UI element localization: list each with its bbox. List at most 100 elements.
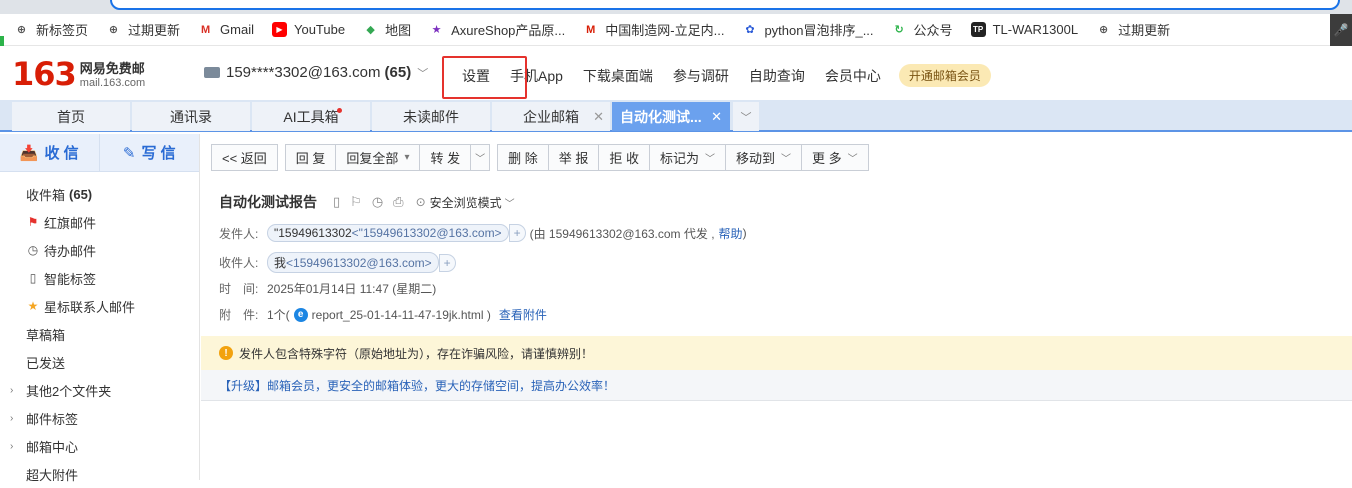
delete-button[interactable]: 删 除 — [497, 144, 549, 171]
reply-all-button[interactable]: 回复全部 ▾ — [335, 144, 421, 171]
gmail-icon: M — [200, 23, 211, 36]
bookmark-item[interactable]: M 中国制造网-立足内... — [583, 20, 724, 39]
bookmark-item[interactable]: ◆ 地图 — [363, 20, 411, 39]
more-button[interactable]: 更 多 ﹀ — [801, 144, 869, 171]
bookmark-item[interactable]: ⊕ 过期更新 — [106, 20, 180, 39]
nav-self-service[interactable]: 自助查询 — [749, 66, 805, 86]
folder-mail-tags[interactable]: › 邮件标签 — [0, 404, 199, 432]
clock-icon: ◷ — [27, 243, 39, 257]
view-attachment-link[interactable]: 查看附件 — [499, 306, 547, 323]
reject-button[interactable]: 拒 收 — [598, 144, 650, 171]
tab-bar: 首页 通讯录 AI工具箱 未读邮件 企业邮箱 ✕ 自动化测试... ✕ ﹀ — [0, 100, 1352, 132]
tab-unread[interactable]: 未读邮件 — [372, 102, 490, 131]
account-unread-count: (65) — [384, 64, 412, 81]
bookmark-icon[interactable]: ▯ — [333, 194, 340, 210]
tab-auto-test-report[interactable]: 自动化测试... ✕ — [612, 102, 730, 131]
globe-icon: ⊕ — [16, 24, 27, 36]
chevron-down-icon: ﹀ — [847, 154, 858, 165]
mic-icon[interactable]: 🎤 — [1330, 14, 1352, 46]
sender-name: "15949613302 — [274, 226, 352, 240]
nav-survey[interactable]: 参与调研 — [673, 66, 729, 86]
receive-label: 收 信 — [44, 145, 79, 162]
attachment-name[interactable]: report_25-01-14-11-47-19jk.html ) — [312, 308, 491, 322]
bookmark-label: 公众号 — [913, 23, 953, 38]
tab-more-chevron-icon[interactable]: ﹀ — [733, 102, 759, 131]
folder-inbox[interactable]: 收件箱 (65) — [0, 180, 199, 208]
netease-logo[interactable]: 163 网易免费邮 mail.163.com — [12, 58, 145, 90]
pen-icon: ✎ — [122, 144, 136, 162]
compose-row: 📥 收 信 ✎ 写 信 — [0, 134, 199, 172]
write-label: 写 信 — [141, 145, 176, 162]
address-bar[interactable] — [110, 0, 1340, 10]
receive-button[interactable]: 📥 收 信 — [0, 134, 100, 171]
bookmark-item[interactable]: ▶ YouTube — [271, 22, 345, 37]
safe-browse-mode[interactable]: ⊙ 安全浏览模式 ﹀ — [416, 194, 515, 211]
recipient-pill[interactable]: 我<15949613302@163.com> — [267, 252, 439, 273]
chevron-right-icon: › — [10, 384, 14, 396]
help-link[interactable]: 帮助 — [719, 225, 743, 242]
tab-home[interactable]: 首页 — [12, 102, 130, 131]
mail-subject: 自动化测试报告 — [219, 194, 317, 210]
sender-pill[interactable]: "15949613302<"15949613302@163.com> — [267, 224, 509, 242]
upgrade-banner[interactable]: 【升级】邮箱会员，更安全的邮箱体验，更大的存储空间，提高办公效率！ — [201, 370, 1352, 401]
attachment-row: 附 件: 1个( e report_25-01-14-11-47-19jk.ht… — [219, 306, 547, 323]
folder-todo[interactable]: ◷ 待办邮件 — [0, 236, 199, 264]
folder-drafts[interactable]: 草稿箱 — [0, 320, 199, 348]
tab-label: 未读邮件 — [403, 108, 459, 125]
bookmark-item[interactable]: M Gmail — [198, 22, 254, 37]
recipient-name: 我 — [274, 256, 287, 270]
tag-icon: ▯ — [29, 271, 37, 285]
mail-toolbar: << 返回 回 复 回复全部 ▾ 转 发 ﹀ 删 除 举 报 拒 收 标记为 ﹀… — [211, 144, 869, 171]
bookmark-item[interactable]: ✿ python冒泡排序_... — [742, 20, 873, 39]
maps-icon: ◆ — [366, 24, 375, 36]
chevron-down-icon: ﹀ — [417, 67, 429, 80]
bookmark-item[interactable]: ⊕ 过期更新 — [1096, 20, 1170, 39]
globe-icon: ⊕ — [1098, 24, 1109, 36]
clock-icon[interactable]: ◷ — [372, 194, 383, 210]
vip-button[interactable]: 开通邮箱会员 — [898, 64, 991, 87]
sidebar: 📥 收 信 ✎ 写 信 收件箱 (65) ⚑ 红旗邮件 ◷ 待办邮件 ▯ 智能标… — [0, 134, 200, 483]
youtube-icon: ▶ — [271, 22, 287, 37]
back-button[interactable]: << 返回 — [211, 144, 278, 171]
forward-button[interactable]: 转 发 — [419, 144, 472, 171]
add-contact-icon[interactable]: + — [438, 253, 456, 272]
folder-label: 邮件标签 — [26, 411, 79, 427]
folder-other[interactable]: › 其他2个文件夹 — [0, 376, 199, 404]
bookmark-item[interactable]: ↻ 公众号 — [892, 20, 953, 39]
folder-smart-tags[interactable]: ▯ 智能标签 — [0, 264, 199, 292]
logo-text: 网易免费邮 mail.163.com — [80, 62, 145, 90]
nav-member-center[interactable]: 会员中心 — [825, 66, 881, 86]
tab-contacts[interactable]: 通讯录 — [132, 102, 250, 131]
folder-mail-center[interactable]: › 邮箱中心 — [0, 432, 199, 460]
folder-label: 其他2个文件夹 — [26, 383, 112, 399]
mark-as-button[interactable]: 标记为 ﹀ — [648, 144, 726, 171]
bookmark-item[interactable]: TP TL-WAR1300L — [970, 22, 1078, 37]
tab-enterprise-mail[interactable]: 企业邮箱 ✕ — [492, 102, 610, 131]
shield-icon: ⊙ — [415, 195, 426, 209]
report-button[interactable]: 举 报 — [547, 144, 600, 171]
write-button[interactable]: ✎ 写 信 — [100, 134, 200, 171]
close-icon[interactable]: ✕ — [593, 109, 604, 125]
folder-large-attachments[interactable]: 超大附件 — [0, 460, 199, 488]
bookmark-item[interactable]: ★ AxureShop产品原... — [429, 20, 566, 39]
tab-ai-toolbox[interactable]: AI工具箱 — [252, 102, 370, 131]
logo-title: 网易免费邮 — [79, 61, 145, 76]
folder-label: 星标联系人邮件 — [44, 299, 136, 315]
add-contact-icon[interactable]: + — [508, 224, 526, 242]
nav-download-desktop[interactable]: 下载桌面端 — [583, 66, 653, 86]
more-label: 更 多 — [812, 151, 842, 166]
close-icon[interactable]: ✕ — [711, 109, 722, 125]
move-to-button[interactable]: 移动到 ﹀ — [724, 144, 802, 171]
flag-icon[interactable]: ⚐ — [350, 194, 362, 210]
account-switcher[interactable]: 159****3302@163.com (65) ﹀ — [204, 64, 428, 81]
reply-button[interactable]: 回 复 — [284, 144, 337, 171]
folder-starred-contacts[interactable]: ★ 星标联系人邮件 — [0, 292, 199, 320]
folder-sent[interactable]: 已发送 — [0, 348, 199, 376]
bookmark-item[interactable]: ⊕ 新标签页 — [14, 20, 88, 39]
tab-label: 通讯录 — [170, 108, 212, 125]
forward-dropdown-chevron-icon[interactable]: ﹀ — [470, 144, 491, 171]
tab-label: 企业邮箱 — [523, 108, 579, 125]
folder-red-flag[interactable]: ⚑ 红旗邮件 — [0, 208, 199, 236]
print-icon[interactable]: ⎙ — [393, 194, 403, 210]
chevron-down-icon: ﹀ — [504, 198, 515, 210]
